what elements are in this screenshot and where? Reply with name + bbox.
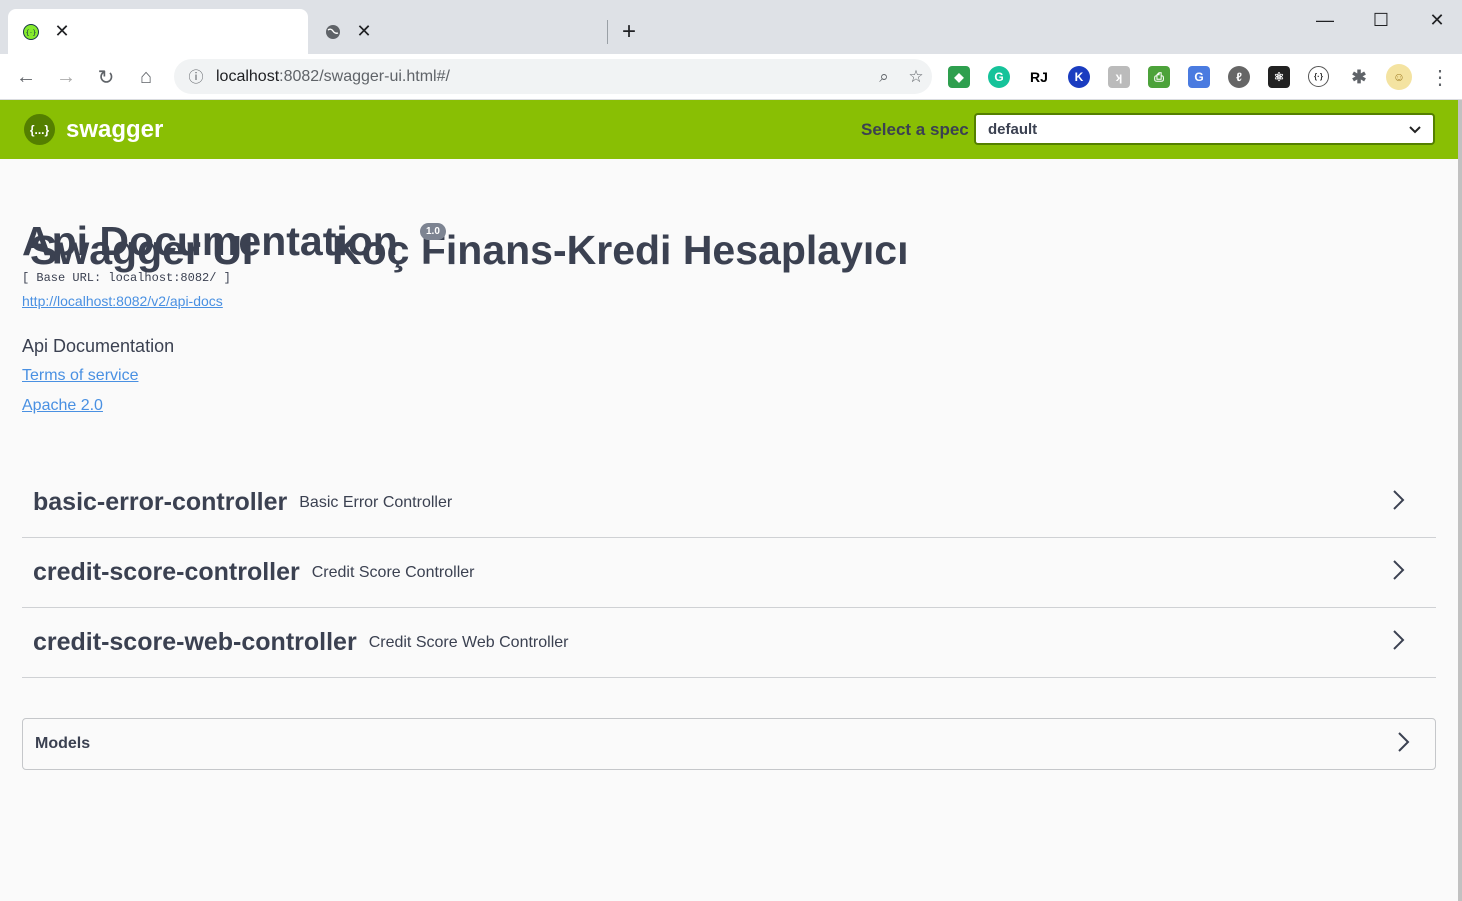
puzzle-icon[interactable]: ✱ — [1348, 66, 1370, 88]
extension-8-icon[interactable]: ℓ — [1228, 66, 1250, 88]
tag-credit-score-controller[interactable]: credit-score-controller Credit Score Con… — [22, 538, 1436, 608]
reload-icon[interactable]: ↻ — [92, 64, 120, 90]
chevron-right-icon[interactable] — [1397, 729, 1411, 760]
swagger-logo[interactable]: {...} swagger — [24, 114, 163, 145]
react-icon[interactable]: ⚛ — [1268, 66, 1290, 88]
profile-avatar[interactable]: ☺ — [1386, 64, 1412, 90]
spec-select-value: default — [988, 120, 1038, 138]
home-icon[interactable]: ⌂ — [132, 64, 160, 90]
tab-koc-finans[interactable]: Koç Finans-Kredi Hesaplayıcı ✕ — [310, 9, 908, 273]
address-bar[interactable]: ⓘ localhost:8082/swagger-ui.html#/ ⌕ ☆ — [174, 59, 932, 94]
base-url: [ Base URL: localhost:8082/ ] — [22, 271, 231, 285]
chevron-right-icon[interactable] — [1392, 627, 1406, 658]
tag-description: Credit Score Web Controller — [368, 633, 569, 651]
swagger-logo-icon: {...} — [24, 114, 55, 145]
license-link[interactable]: Apache 2.0 — [22, 397, 103, 415]
models-section[interactable]: Models — [22, 718, 1436, 770]
version-badge: 1.0 — [420, 223, 446, 240]
swagger-ext-icon[interactable]: {·} — [1308, 66, 1329, 87]
bookmark-star-icon[interactable]: ☆ — [900, 67, 932, 87]
select-spec-label: Select a spec — [861, 120, 969, 139]
tag-name: credit-score-web-controller — [33, 628, 357, 656]
tag-credit-score-web-controller[interactable]: credit-score-web-controller Credit Score… — [22, 608, 1436, 678]
close-icon[interactable]: ✕ — [52, 21, 72, 42]
tag-description: Credit Score Controller — [311, 563, 475, 581]
new-tab-icon[interactable]: + — [622, 18, 636, 46]
tag-basic-error-controller[interactable]: basic-error-controller Basic Error Contr… — [22, 468, 1436, 538]
swagger-brand: swagger — [66, 115, 164, 143]
site-info-icon[interactable]: ⓘ — [186, 66, 206, 87]
url-host: localhost — [216, 67, 280, 85]
chevron-down-icon — [1409, 121, 1421, 137]
url-path: :8082/swagger-ui.html#/ — [279, 67, 450, 85]
translate-icon[interactable]: G — [1188, 66, 1210, 88]
url-text[interactable]: localhost:8082/swagger-ui.html#/ — [216, 68, 868, 86]
scrollbar[interactable] — [1458, 100, 1462, 901]
menu-icon[interactable]: ⋮ — [1426, 64, 1454, 90]
tab-swagger-ui[interactable]: {·} Swagger UI ✕ — [8, 9, 308, 273]
spec-select[interactable]: default — [974, 113, 1435, 145]
zoom-icon[interactable]: ⌕ — [868, 67, 900, 87]
tag-description: Basic Error Controller — [299, 493, 453, 511]
extension-1-icon[interactable]: ◆ — [948, 66, 970, 88]
chevron-right-icon[interactable] — [1392, 557, 1406, 588]
models-title: Models — [35, 735, 91, 752]
window-close-icon[interactable]: ✕ — [1422, 8, 1452, 32]
maximize-icon[interactable]: ☐ — [1366, 8, 1396, 32]
k-icon[interactable]: K — [1068, 66, 1090, 88]
tag-name: credit-score-controller — [33, 558, 300, 586]
forward-icon[interactable]: → — [52, 64, 80, 90]
tab-title: Koç Finans-Kredi Hesaplayıcı — [332, 227, 909, 273]
terms-of-service-link[interactable]: Terms of service — [22, 367, 138, 385]
chevron-right-icon[interactable] — [1392, 487, 1406, 518]
api-description: Api Documentation — [22, 336, 175, 356]
swagger-icon: {·} — [22, 23, 40, 41]
tab-strip: {·} Swagger UI ✕ Koç Finans-Kredi Hesapl… — [0, 0, 1462, 273]
rj-icon[interactable]: RJ — [1028, 66, 1050, 88]
print-icon[interactable]: ⎙ — [1148, 66, 1170, 88]
tab-separator — [607, 20, 608, 44]
api-docs-link[interactable]: http://localhost:8082/v2/api-docs — [22, 293, 223, 309]
minimize-icon[interactable]: — — [1310, 8, 1340, 32]
grammarly-icon[interactable]: G — [988, 66, 1010, 88]
extension-5-icon[interactable]: ʞ — [1108, 66, 1130, 88]
api-title: Api Documentation — [22, 218, 398, 264]
close-icon[interactable]: ✕ — [354, 21, 374, 42]
back-icon[interactable]: ← — [12, 64, 40, 90]
tag-name: basic-error-controller — [33, 488, 288, 516]
browser-toolbar: ← → ↻ ⌂ ⓘ localhost:8082/swagger-ui.html… — [0, 54, 1462, 100]
svg-text:{·}: {·} — [25, 29, 36, 37]
globe-icon — [324, 23, 342, 41]
